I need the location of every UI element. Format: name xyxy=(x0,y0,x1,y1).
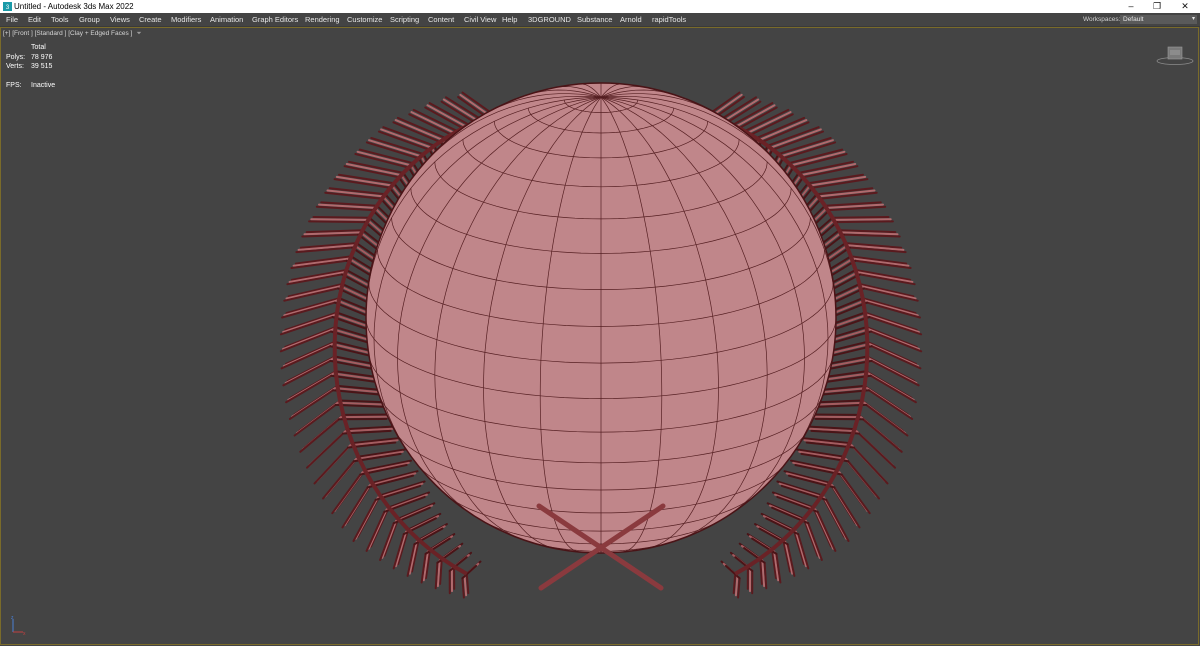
menu-graph-editors[interactable]: Graph Editors xyxy=(252,13,298,26)
front-viewport[interactable]: [+] [Front ] [Standard ] [Clay + Edged F… xyxy=(0,27,1199,645)
polys-label: Polys: xyxy=(6,53,26,61)
menu-rapidtools[interactable]: rapidTools xyxy=(652,13,686,26)
workspaces-label: Workspaces: xyxy=(1083,16,1121,23)
chevron-down-icon: ▾ xyxy=(1191,16,1195,22)
menu-customize[interactable]: Customize xyxy=(347,13,382,26)
menu-views[interactable]: Views xyxy=(110,13,130,26)
3ds-max-app-icon: 3 xyxy=(3,2,12,11)
menu-civil-view[interactable]: Civil View xyxy=(464,13,496,26)
fps-value: Inactive xyxy=(31,82,56,89)
title-bar: 3 Untitled - Autodesk 3ds Max 2022 – ❐ ✕ xyxy=(0,0,1200,13)
menu-modifiers[interactable]: Modifiers xyxy=(171,13,201,26)
clay-sphere xyxy=(365,82,837,554)
workspaces-value: Default xyxy=(1123,16,1144,23)
menu-help[interactable]: Help xyxy=(502,13,517,26)
viewport-label-text[interactable]: [+] [Front ] [Standard ] [Clay + Edged F… xyxy=(3,30,132,37)
menu-arnold[interactable]: Arnold xyxy=(620,13,642,26)
menu-group[interactable]: Group xyxy=(79,13,100,26)
menu-bar: File Edit Tools Group Views Create Modif… xyxy=(0,13,1200,27)
menu-content[interactable]: Content xyxy=(428,13,454,26)
minimize-button[interactable]: – xyxy=(1118,0,1144,13)
maximize-button[interactable]: ❐ xyxy=(1144,0,1170,13)
menu-edit[interactable]: Edit xyxy=(28,13,41,26)
fps-label: FPS: xyxy=(6,82,22,89)
verts-label: Verts: xyxy=(6,63,24,70)
verts-value: 39 515 xyxy=(31,63,53,70)
polys-value: 78 976 xyxy=(31,53,53,61)
workspaces-dropdown[interactable]: Default ▾ xyxy=(1120,15,1197,24)
filter-icon[interactable]: ⏷ xyxy=(136,30,141,37)
viewport-label[interactable]: [+] [Front ] [Standard ] [Clay + Edged F… xyxy=(3,30,142,38)
stats-header: Total xyxy=(31,44,46,51)
menu-file[interactable]: File xyxy=(6,13,18,26)
menu-substance[interactable]: Substance xyxy=(577,13,612,26)
menu-create[interactable]: Create xyxy=(139,13,162,26)
window-title: Untitled - Autodesk 3ds Max 2022 xyxy=(14,2,134,11)
close-button[interactable]: ✕ xyxy=(1170,0,1200,13)
svg-text:z: z xyxy=(11,616,14,621)
svg-text:x: x xyxy=(23,631,26,636)
menu-tools[interactable]: Tools xyxy=(51,13,69,26)
menu-animation[interactable]: Animation xyxy=(210,13,243,26)
scene-canvas[interactable] xyxy=(1,28,1199,645)
viewcube-icon[interactable] xyxy=(1155,44,1195,66)
axis-tripod-icon: z x xyxy=(11,616,26,636)
menu-rendering[interactable]: Rendering xyxy=(305,13,340,26)
menu-3dground[interactable]: 3DGROUND xyxy=(528,13,571,26)
menu-scripting[interactable]: Scripting xyxy=(390,13,419,26)
